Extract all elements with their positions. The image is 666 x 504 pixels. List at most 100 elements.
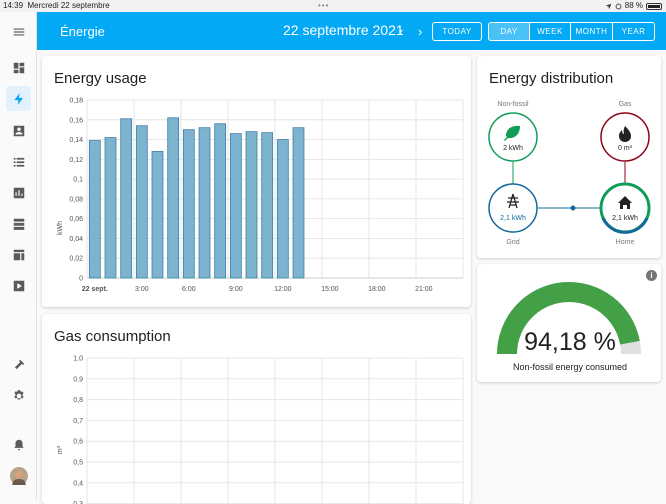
hammer-icon bbox=[14, 359, 24, 369]
x-tick-label: 9:00 bbox=[229, 286, 243, 293]
period-selector: DAY WEEK MONTH YEAR bbox=[488, 22, 655, 41]
play-box-icon bbox=[13, 280, 24, 291]
y-tick-label: 0,8 bbox=[73, 397, 83, 404]
period-week-button[interactable]: WEEK bbox=[530, 23, 571, 40]
home-label: Home bbox=[616, 239, 635, 246]
menu-button[interactable] bbox=[6, 19, 31, 44]
period-year-button[interactable]: YEAR bbox=[613, 23, 654, 40]
sidebar-item-energy[interactable] bbox=[6, 86, 31, 111]
energy-usage-bar bbox=[276, 139, 289, 279]
y-tick-label: 0,12 bbox=[69, 157, 83, 164]
gas-value: 0 m³ bbox=[618, 145, 633, 152]
lightning-icon bbox=[13, 92, 23, 105]
y-tick-label: 0,04 bbox=[69, 236, 83, 243]
energy-usage-bar bbox=[214, 123, 227, 279]
status-dots: ••• bbox=[318, 1, 330, 10]
gas-label: Gas bbox=[619, 101, 632, 108]
dashboard-icon bbox=[13, 62, 24, 73]
home-value: 2,1 kWh bbox=[612, 215, 638, 222]
energy-usage-bar bbox=[292, 127, 305, 279]
energy-usage-bar bbox=[182, 129, 195, 279]
gas-consumption-card: Gas consumption m³ 1,0 0,9 0,8 0,7 0,6 0,5 0,4… bbox=[42, 314, 471, 504]
current-date: 22 septembre 2021 bbox=[283, 22, 404, 38]
y-tick-label: 1,0 bbox=[73, 356, 83, 363]
chart-box-icon bbox=[13, 187, 24, 198]
today-button[interactable]: TODAY bbox=[432, 22, 482, 41]
period-day-button[interactable]: DAY bbox=[489, 23, 530, 40]
energy-usage-bar bbox=[120, 118, 133, 279]
gas-consumption-chart: m³ 1,00,90,80,70,60,50,40,3 bbox=[57, 356, 464, 504]
sidebar-item-history[interactable] bbox=[6, 180, 31, 205]
y-tick-label: 0,02 bbox=[69, 256, 83, 263]
sidebar-item-notifications[interactable] bbox=[6, 432, 31, 457]
y-tick-label: 0,08 bbox=[69, 196, 83, 203]
nonfossil-label: Non-fossil bbox=[497, 101, 529, 108]
sidebar bbox=[0, 12, 37, 500]
energy-usage-bar bbox=[198, 127, 211, 279]
status-time: 14:39 bbox=[3, 1, 24, 10]
bell-icon bbox=[13, 439, 24, 450]
sidebar-item-server[interactable] bbox=[6, 211, 31, 236]
sidebar-item-logbook[interactable] bbox=[6, 149, 31, 174]
status-time-date: 14:39 Mercredi 22 septembre bbox=[3, 0, 110, 12]
status-date: Mercredi 22 septembre bbox=[27, 1, 110, 10]
alarm-icon bbox=[615, 3, 622, 9]
energy-usage-bar bbox=[135, 125, 148, 279]
energy-usage-bar bbox=[229, 133, 242, 279]
sidebar-item-overview[interactable] bbox=[6, 55, 31, 80]
energy-usage-chart: kWh 0 0,02 0,04 0,06 0,08 0,1 0,12 0,14 0,16 0,18… bbox=[57, 98, 464, 293]
energy-usage-bar bbox=[88, 140, 101, 279]
view-dashboard-variant-icon bbox=[13, 249, 24, 260]
y-tick-label: 0,6 bbox=[73, 439, 83, 446]
y-tick-label: 0,16 bbox=[69, 117, 83, 124]
y-tick-label: 0,1 bbox=[73, 177, 83, 184]
battery-icon bbox=[646, 2, 662, 10]
status-right: 88 % bbox=[605, 0, 662, 12]
energy-distribution-card: Energy distribution Non-fossil Gas 2 kWh… bbox=[477, 56, 661, 258]
sidebar-item-map[interactable] bbox=[6, 118, 31, 143]
nonfossil-value: 2 kWh bbox=[503, 145, 523, 152]
x-tick-label: 22 sept. bbox=[82, 286, 108, 293]
sidebar-item-settings[interactable] bbox=[6, 383, 31, 408]
gauge-caption: Non-fossil energy consumed bbox=[512, 362, 628, 372]
grid-node[interactable] bbox=[488, 183, 538, 233]
x-tick-label: 18:00 bbox=[368, 286, 386, 293]
y-tick-label: 0,9 bbox=[73, 376, 83, 383]
gear-icon bbox=[13, 389, 24, 399]
sidebar-item-profile[interactable] bbox=[6, 463, 31, 488]
y-tick-label: 0 bbox=[79, 276, 83, 283]
energy-usage-bar bbox=[261, 132, 274, 279]
period-month-button[interactable]: MONTH bbox=[571, 23, 613, 40]
gas-consumption-ylabel: m³ bbox=[57, 445, 64, 454]
y-tick-label: 0,4 bbox=[73, 480, 83, 487]
energy-usage-bar bbox=[104, 137, 117, 279]
grid-flow-dot bbox=[570, 205, 576, 211]
gauge-value: 94,18 % bbox=[524, 328, 616, 356]
energy-usage-card: Energy usage kWh 0 0,02 0,04 0,06 0,08 0,1 0,1… bbox=[42, 56, 471, 307]
energy-distribution-diagram: Non-fossil Gas 2 kWh 0 m³ 2,1 kWh Grid 2… bbox=[488, 101, 651, 246]
server-icon bbox=[13, 218, 24, 230]
sidebar-item-media-browser[interactable] bbox=[6, 273, 31, 298]
y-tick-label: 0,14 bbox=[69, 137, 83, 144]
list-icon bbox=[13, 157, 24, 167]
nonfossil-gauge-card: i 94,18 % Non-fossil energy consumed bbox=[477, 264, 661, 382]
x-tick-label: 15:00 bbox=[321, 286, 339, 293]
sidebar-item-developer-tools[interactable] bbox=[6, 352, 31, 377]
previous-day-button[interactable]: ‹ bbox=[399, 24, 403, 39]
battery-percent: 88 % bbox=[624, 1, 643, 10]
y-tick-label: 0,06 bbox=[69, 216, 83, 223]
x-tick-label: 12:00 bbox=[274, 286, 292, 293]
y-tick-label: 0,7 bbox=[73, 418, 83, 425]
y-tick-label: 0,18 bbox=[69, 98, 83, 105]
next-day-button[interactable]: › bbox=[418, 24, 422, 39]
energy-usage-bar bbox=[245, 131, 258, 279]
grid-label: Grid bbox=[506, 239, 519, 246]
y-tick-label: 0,5 bbox=[73, 460, 83, 467]
grid-value: 2,1 kWh bbox=[500, 215, 526, 222]
sidebar-item-media[interactable] bbox=[6, 242, 31, 267]
x-tick-label: 21:00 bbox=[415, 286, 433, 293]
avatar bbox=[9, 466, 28, 485]
energy-usage-ylabel: kWh bbox=[57, 221, 64, 235]
energy-usage-bar bbox=[167, 117, 180, 279]
location-icon bbox=[605, 3, 612, 9]
